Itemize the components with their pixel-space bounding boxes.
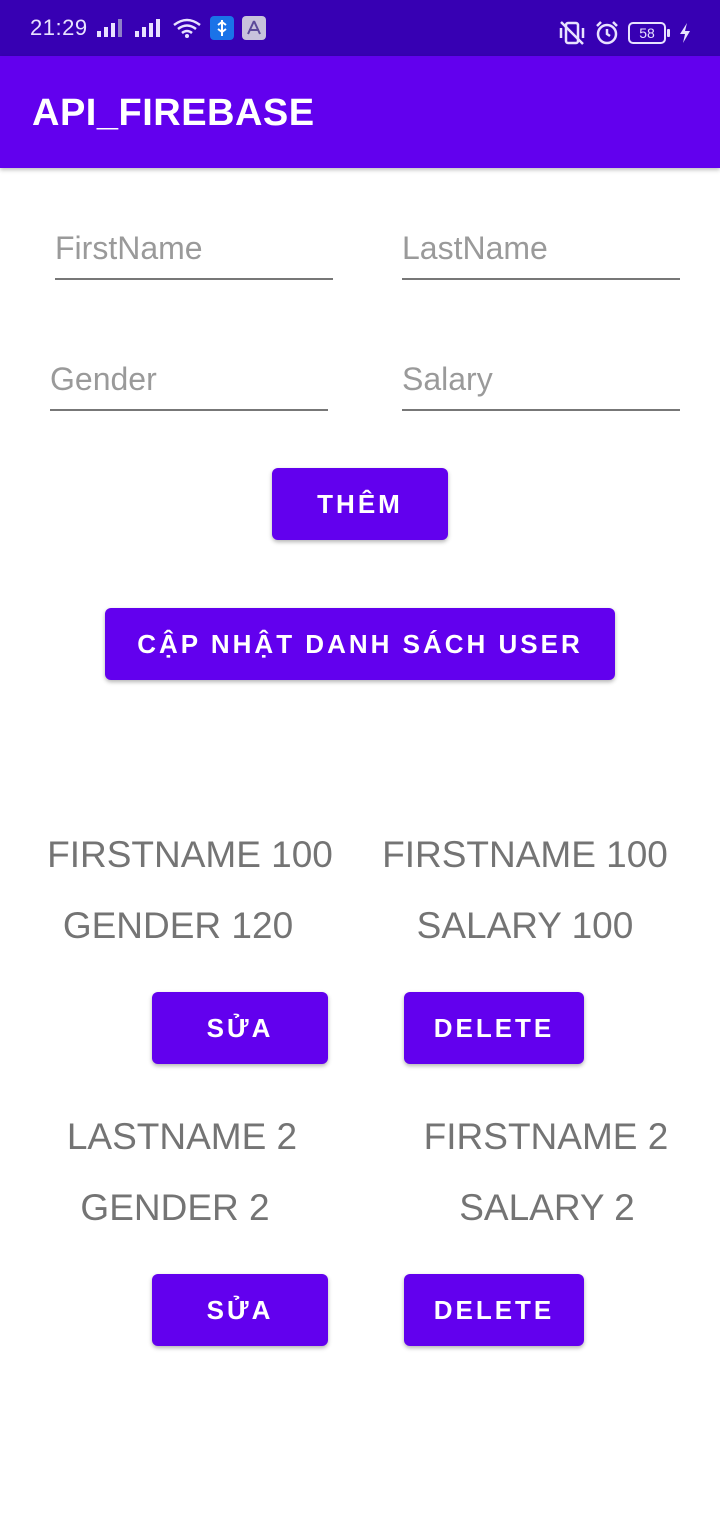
delete-button[interactable]: DELETE <box>404 1274 584 1346</box>
app-bar: API_FIREBASE <box>0 56 720 168</box>
user-right-top: FIRSTNAME 2 <box>423 1116 669 1157</box>
app-store-icon <box>241 16 266 40</box>
user-left-bottom: GENDER 2 <box>80 1187 270 1228</box>
status-left: 21:29 <box>30 0 266 64</box>
user-right-bottom: SALARY 100 <box>416 905 634 946</box>
status-right: 58 <box>558 20 692 46</box>
battery-indicator: 58 <box>628 22 670 44</box>
user-right-top: FIRSTNAME 100 <box>382 834 668 875</box>
refresh-user-list-button[interactable]: CẬP NHẬT DANH SÁCH USER <box>105 608 615 680</box>
status-time: 21:29 <box>30 15 88 40</box>
firstname-input[interactable] <box>55 224 333 280</box>
charging-icon <box>680 23 690 43</box>
user-left-top: FIRSTNAME 100 <box>47 834 333 875</box>
status-bar: 21:29 58 <box>0 0 720 56</box>
mute-vibrate-icon <box>559 21 585 45</box>
gender-input[interactable] <box>50 355 328 411</box>
user-right-bottom: SALARY 2 <box>459 1187 635 1228</box>
user-left-bottom: GENDER 120 <box>62 905 294 946</box>
usb-icon <box>209 16 234 40</box>
battery-level: 58 <box>639 25 655 41</box>
signal-icon-2 <box>134 19 160 37</box>
add-button[interactable]: THÊM <box>272 468 448 540</box>
lastname-input[interactable] <box>402 224 680 280</box>
delete-button[interactable]: DELETE <box>404 992 584 1064</box>
edit-button[interactable]: SỬA <box>152 992 328 1064</box>
app-title: API_FIREBASE <box>32 92 315 134</box>
wifi-icon <box>172 18 201 38</box>
edit-button[interactable]: SỬA <box>152 1274 328 1346</box>
salary-input[interactable] <box>402 355 680 411</box>
signal-icon <box>96 19 122 37</box>
alarm-icon <box>596 21 618 45</box>
user-left-top: LASTNAME 2 <box>66 1116 298 1157</box>
